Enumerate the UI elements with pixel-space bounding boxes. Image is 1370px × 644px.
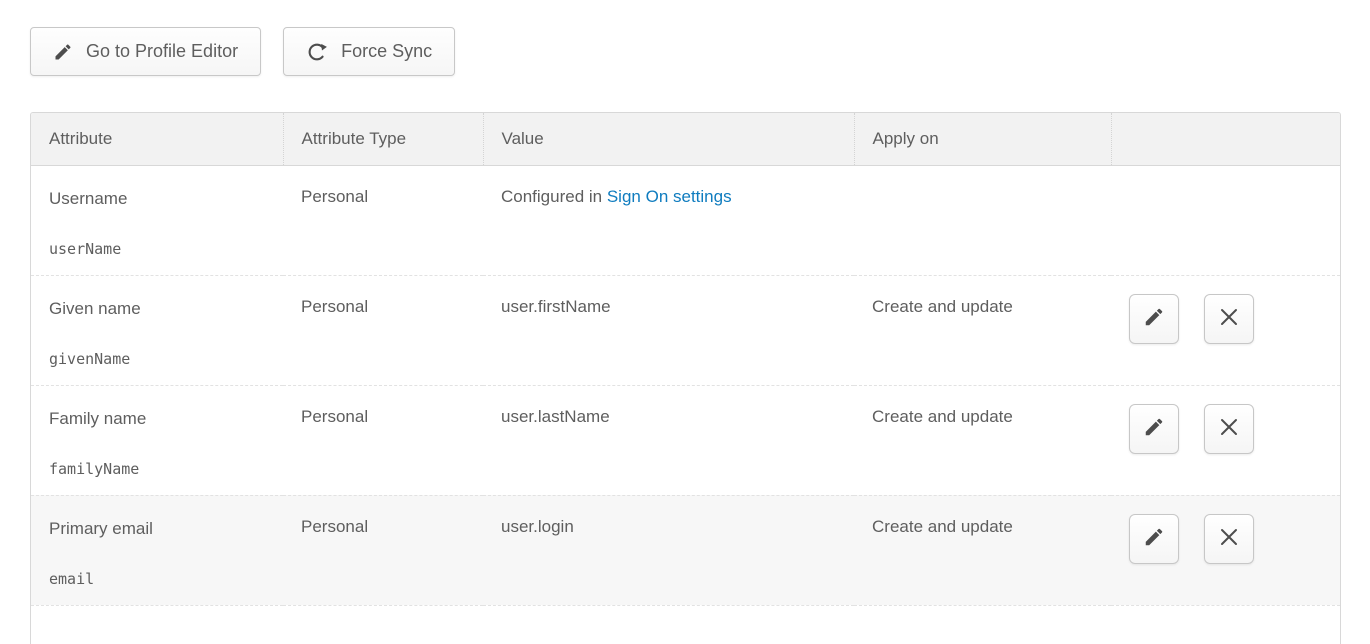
attribute-mappings-page: Go to Profile Editor Force Sync Attribut… (0, 27, 1370, 644)
attribute-label: Primary email (49, 517, 283, 541)
attribute-variable-name: email (49, 568, 283, 590)
attribute-type-cell: Personal (283, 385, 483, 495)
actions-cell (1111, 385, 1340, 495)
pencil-icon (1143, 306, 1165, 331)
table-row: Username userName Personal Configured in… (31, 165, 1340, 275)
actions-cell (1111, 165, 1340, 275)
value-text: Configured in (501, 187, 607, 206)
edit-attribute-button[interactable] (1129, 404, 1179, 454)
sign-on-settings-link[interactable]: Sign On settings (607, 187, 732, 206)
column-header-actions (1111, 113, 1340, 165)
table-row: Family name familyName Personal user.las… (31, 385, 1340, 495)
attribute-type-cell: Personal (283, 275, 483, 385)
toolbar: Go to Profile Editor Force Sync (30, 27, 1370, 76)
value-cell: Configured in Sign On settings (483, 165, 854, 275)
table-row (31, 605, 1340, 644)
table-row: Primary email email Personal user.login … (31, 495, 1340, 605)
table-row: Given name givenName Personal user.first… (31, 275, 1340, 385)
value-cell: user.lastName (483, 385, 854, 495)
refresh-icon (306, 41, 328, 63)
close-icon (1219, 417, 1239, 440)
attribute-cell: Family name familyName (31, 385, 283, 495)
delete-attribute-button[interactable] (1204, 514, 1254, 564)
attribute-cell: Given name givenName (31, 275, 283, 385)
attribute-cell: Primary email email (31, 495, 283, 605)
pencil-icon (53, 42, 73, 62)
pencil-icon (1143, 416, 1165, 441)
table-header: Attribute Attribute Type Value Apply on (31, 113, 1340, 165)
pencil-icon (1143, 526, 1165, 551)
actions-cell (1111, 275, 1340, 385)
attribute-variable-name: givenName (49, 348, 283, 370)
attribute-variable-name: userName (49, 238, 283, 260)
apply-on-cell: Create and update (854, 275, 1111, 385)
attribute-variable-name: familyName (49, 458, 283, 480)
column-header-attribute-type: Attribute Type (283, 113, 483, 165)
attribute-label: Username (49, 187, 283, 211)
go-to-profile-editor-label: Go to Profile Editor (86, 41, 238, 62)
value-cell: user.firstName (483, 275, 854, 385)
column-header-attribute: Attribute (31, 113, 283, 165)
edit-attribute-button[interactable] (1129, 514, 1179, 564)
delete-attribute-button[interactable] (1204, 294, 1254, 344)
apply-on-cell: Create and update (854, 385, 1111, 495)
apply-on-cell (854, 165, 1111, 275)
force-sync-label: Force Sync (341, 41, 432, 62)
column-header-apply-on: Apply on (854, 113, 1111, 165)
attribute-mapping-table: Attribute Attribute Type Value Apply on … (30, 112, 1341, 644)
attribute-type-cell: Personal (283, 495, 483, 605)
actions-cell (1111, 495, 1340, 605)
attribute-label: Family name (49, 407, 283, 431)
column-header-value: Value (483, 113, 854, 165)
attribute-type-cell: Personal (283, 165, 483, 275)
delete-attribute-button[interactable] (1204, 404, 1254, 454)
force-sync-button[interactable]: Force Sync (283, 27, 455, 76)
attribute-label: Given name (49, 297, 283, 321)
close-icon (1219, 527, 1239, 550)
attribute-cell: Username userName (31, 165, 283, 275)
apply-on-cell: Create and update (854, 495, 1111, 605)
value-cell: user.login (483, 495, 854, 605)
go-to-profile-editor-button[interactable]: Go to Profile Editor (30, 27, 261, 76)
close-icon (1219, 307, 1239, 330)
edit-attribute-button[interactable] (1129, 294, 1179, 344)
